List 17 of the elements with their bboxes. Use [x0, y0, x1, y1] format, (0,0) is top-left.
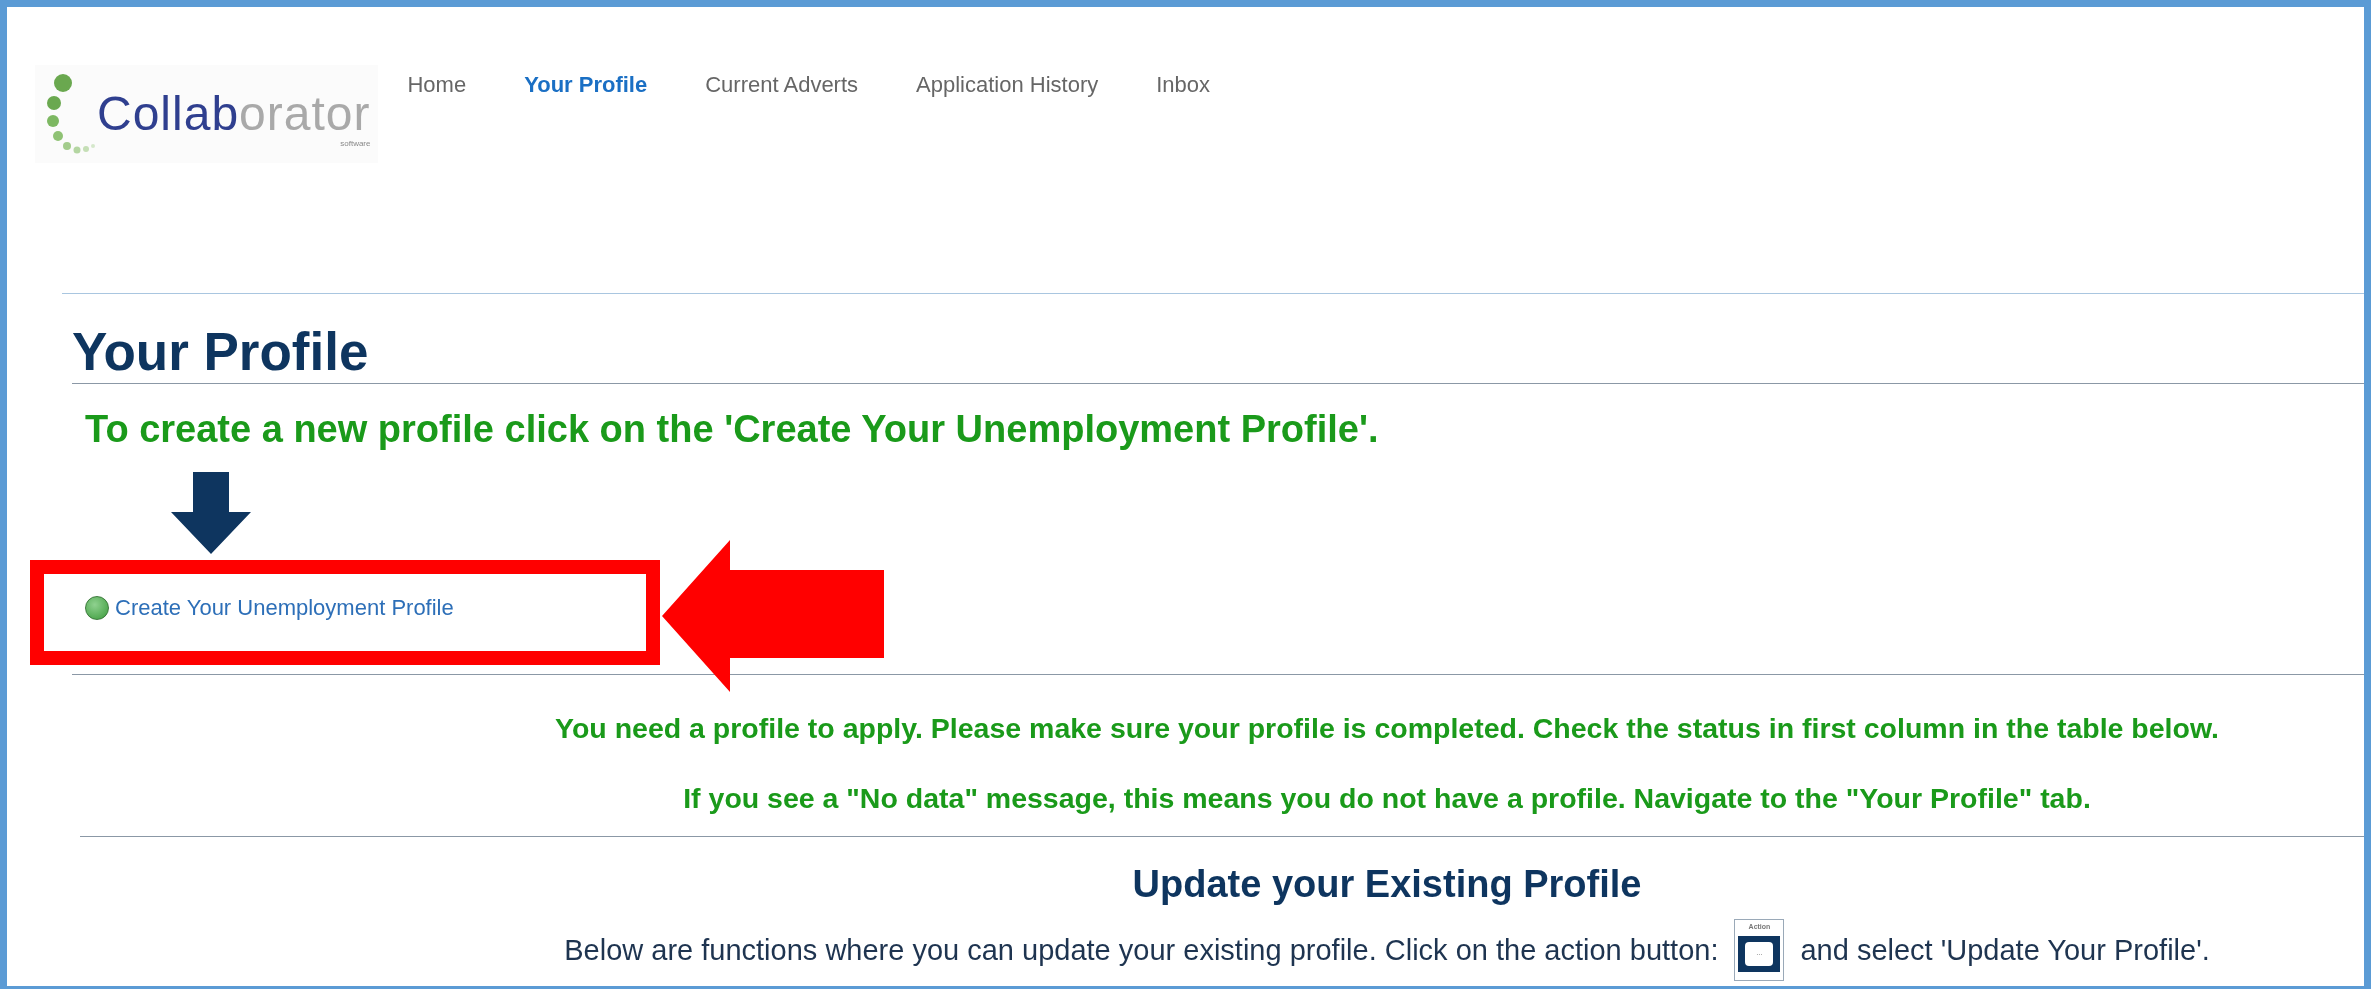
notice-text: If you see a "No data" message, this means you do not have a profile. Navigate to the "Your Profile" tab.: [683, 781, 2091, 816]
nav-tab[interactable]: Application History: [887, 69, 1128, 101]
status-dot-icon: [85, 596, 109, 620]
create-profile-link[interactable]: Create Your Unemployment Profile: [85, 595, 454, 621]
nav-tab[interactable]: Home: [378, 69, 496, 101]
nav-tab[interactable]: Your Profile: [495, 69, 677, 101]
logo-wordmark: Collaborator: [97, 89, 371, 139]
section-title: Update your Existing Profile: [1132, 862, 1642, 907]
action-dots: ...: [1745, 942, 1774, 966]
notice-text: You need a profile to apply. Please make sure your profile is completed. Check the status in first column in the table below.: [555, 711, 2219, 746]
instruction-text: Below are functions where you can update your existing profile. Click on the action button:: [564, 933, 1719, 967]
instruction-text: and select 'Update Your Profile'.: [1800, 933, 2210, 967]
logo-tagline: software: [340, 139, 371, 149]
nav-tab[interactable]: Current Adverts: [676, 69, 888, 101]
nav-tab[interactable]: Inbox: [1127, 69, 1240, 101]
page-title: Your Profile: [72, 321, 2364, 384]
instruction-text: To create a new profile click on the 'Create Your Unemployment Profile'.: [85, 407, 1380, 452]
